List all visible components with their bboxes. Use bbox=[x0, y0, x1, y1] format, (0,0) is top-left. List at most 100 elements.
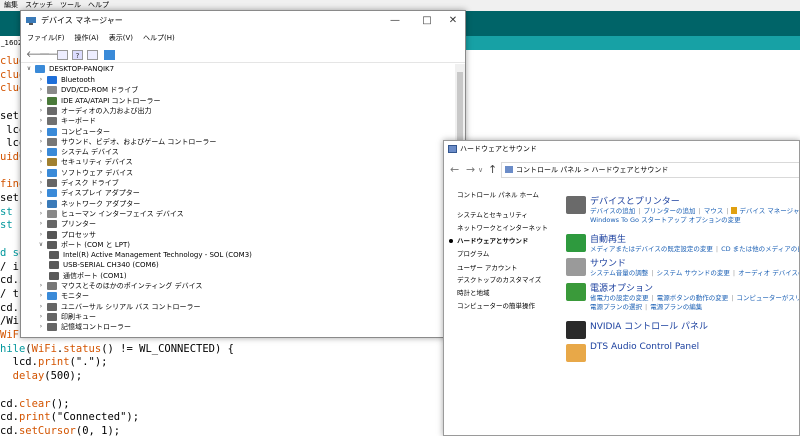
category-link[interactable]: 電源ボタンの動作の変更 bbox=[657, 294, 729, 302]
menu-item[interactable]: ファイル(F) bbox=[27, 34, 65, 42]
category-link[interactable]: マウス bbox=[704, 207, 724, 215]
expand-icon[interactable]: › bbox=[37, 209, 45, 219]
control-panel-window: ハードウェアとサウンド ← → ∨ ↑ コントロール パネル > ハードウェアと… bbox=[443, 140, 800, 436]
category-link[interactable]: プリンターの追加 bbox=[644, 207, 696, 215]
expand-icon[interactable]: › bbox=[37, 281, 45, 291]
device-category-icon bbox=[47, 209, 57, 218]
expand-icon[interactable]: › bbox=[37, 230, 45, 240]
expand-icon[interactable]: › bbox=[37, 199, 45, 209]
category-links: メディアまたはデバイスの既定設定の変更|CD または他のメディアの自動再生 bbox=[590, 245, 799, 254]
category-link[interactable]: 省電力の設定の変更 bbox=[590, 294, 649, 302]
up-arrow-icon[interactable]: ↑ bbox=[488, 163, 497, 177]
control-panel-icon bbox=[505, 166, 513, 173]
expand-icon[interactable]: › bbox=[37, 127, 45, 137]
category-title[interactable]: 電源オプション bbox=[590, 281, 653, 294]
category-link[interactable]: 電源プランの編集 bbox=[650, 303, 702, 311]
device-manager-window: デバイス マネージャー — □ ✕ ファイル(F) 操作(A) 表示(V) ヘルプ(H… bbox=[20, 10, 466, 338]
forward-arrow-icon[interactable]: 🡒 bbox=[39, 50, 63, 60]
printer-icon[interactable] bbox=[566, 196, 586, 214]
category-link[interactable]: オーディオ デバイスの管理 bbox=[738, 269, 799, 277]
computer-icon bbox=[35, 65, 45, 73]
sidebar-link[interactable]: ネットワークとインターネット bbox=[457, 223, 548, 233]
sidebar-link[interactable]: デスクトップのカスタマイズ bbox=[457, 275, 541, 285]
category-link[interactable]: システム音量の調整 bbox=[590, 269, 648, 277]
expand-icon[interactable]: › bbox=[37, 106, 45, 116]
back-arrow-icon[interactable]: 🡐 bbox=[26, 50, 50, 60]
category-title[interactable]: NVIDIA コントロール パネル bbox=[590, 319, 708, 332]
code-token: (0, 1); bbox=[75, 424, 121, 436]
collapse-icon[interactable]: ∨ bbox=[25, 64, 33, 74]
code-token: set bbox=[0, 192, 19, 204]
expand-icon[interactable]: › bbox=[37, 219, 45, 229]
category-link[interactable]: Windows To Go スタートアップ オプションの変更 bbox=[590, 216, 741, 224]
expand-icon[interactable]: › bbox=[37, 75, 45, 85]
collapse-icon[interactable]: ∨ bbox=[37, 240, 45, 250]
expand-icon[interactable]: › bbox=[37, 96, 45, 106]
category-link[interactable]: コンピューターがスリープ bbox=[736, 294, 799, 302]
code-token: (); bbox=[50, 397, 70, 410]
minimize-button[interactable]: — bbox=[381, 11, 409, 31]
category-title[interactable]: DTS Audio Control Panel bbox=[590, 342, 699, 352]
expand-icon[interactable]: › bbox=[37, 302, 45, 312]
sidebar-link[interactable]: プログラム bbox=[457, 249, 489, 259]
category-link[interactable]: デバイスの追加 bbox=[590, 207, 635, 215]
properties-icon[interactable] bbox=[57, 50, 68, 60]
maximize-button[interactable]: □ bbox=[413, 11, 441, 31]
expand-icon[interactable]: › bbox=[37, 116, 45, 126]
sidebar-link[interactable]: ハードウェアとサウンド bbox=[457, 236, 528, 246]
category-link[interactable]: 電源プランの選択 bbox=[590, 303, 642, 311]
ide-menu-item[interactable]: スケッチ bbox=[25, 1, 53, 9]
expand-icon[interactable]: › bbox=[37, 147, 45, 157]
expand-icon[interactable]: › bbox=[37, 188, 45, 198]
speaker-icon[interactable] bbox=[566, 258, 586, 276]
control-panel-navbar: ← → ∨ ↑ コントロール パネル > ハードウェアとサウンド bbox=[444, 159, 799, 181]
expand-icon[interactable]: › bbox=[37, 178, 45, 188]
code-token: (500); bbox=[44, 370, 83, 383]
power-options-icon[interactable] bbox=[566, 283, 586, 301]
dts-icon[interactable] bbox=[566, 344, 586, 362]
expand-icon[interactable]: › bbox=[37, 291, 45, 301]
device-category-icon bbox=[47, 106, 57, 115]
device-category-icon bbox=[47, 292, 57, 301]
ide-menu-item[interactable]: ヘルプ bbox=[88, 1, 109, 9]
device-category-icon bbox=[47, 117, 57, 126]
category-title[interactable]: デバイスとプリンター bbox=[590, 194, 680, 207]
nvidia-icon[interactable] bbox=[566, 321, 586, 339]
recent-locations-icon[interactable]: ∨ bbox=[478, 163, 483, 177]
ide-menu-item[interactable]: ツール bbox=[60, 1, 81, 9]
forward-arrow-icon[interactable]: → bbox=[466, 163, 475, 177]
sidebar-link[interactable]: ユーザー アカウント bbox=[457, 263, 517, 273]
help-icon[interactable]: ? bbox=[72, 50, 83, 60]
category-link-row: デバイスの追加 | プリンターの追加 | マウス | デバイス マネージャー bbox=[590, 207, 799, 216]
category-title[interactable]: サウンド bbox=[590, 256, 626, 269]
sidebar-link[interactable]: コントロール パネル ホーム bbox=[457, 190, 539, 200]
close-button[interactable]: ✕ bbox=[439, 11, 465, 31]
expand-icon[interactable]: › bbox=[37, 157, 45, 167]
autoplay-icon[interactable] bbox=[566, 234, 586, 252]
expand-icon[interactable]: › bbox=[37, 322, 45, 332]
category-link[interactable]: システム サウンドの変更 bbox=[657, 269, 730, 277]
menu-item[interactable]: 操作(A) bbox=[75, 34, 99, 42]
back-arrow-icon[interactable]: ← bbox=[450, 163, 459, 177]
category-link[interactable]: CD または他のメディアの自動再生 bbox=[721, 245, 799, 253]
category-link[interactable]: メディアまたはデバイスの既定設定の変更 bbox=[590, 245, 713, 253]
scan-hardware-icon[interactable] bbox=[104, 50, 115, 60]
ide-menu-item[interactable]: 編集 bbox=[4, 1, 18, 9]
menu-item[interactable]: 表示(V) bbox=[109, 34, 133, 42]
expand-icon[interactable]: › bbox=[37, 85, 45, 95]
category-link[interactable]: デバイス マネージャー bbox=[739, 207, 799, 215]
uac-shield-icon bbox=[731, 207, 738, 214]
category-title[interactable]: 自動再生 bbox=[590, 232, 626, 245]
view-icon[interactable] bbox=[87, 50, 98, 60]
device-category-icon bbox=[47, 220, 57, 229]
expand-icon[interactable]: › bbox=[37, 312, 45, 322]
expand-icon[interactable]: › bbox=[37, 137, 45, 147]
device-tree-label: ディスプレイ アダプター bbox=[61, 189, 140, 198]
sidebar-link[interactable]: コンピューターの簡単操作 bbox=[457, 301, 535, 311]
device-category-icon bbox=[47, 240, 57, 249]
sidebar-link[interactable]: 時計と地域 bbox=[457, 288, 490, 298]
sidebar-link[interactable]: システムとセキュリティ bbox=[457, 210, 528, 220]
address-bar[interactable]: コントロール パネル > ハードウェアとサウンド bbox=[501, 162, 799, 178]
menu-item[interactable]: ヘルプ(H) bbox=[143, 34, 175, 42]
expand-icon[interactable]: › bbox=[37, 168, 45, 178]
